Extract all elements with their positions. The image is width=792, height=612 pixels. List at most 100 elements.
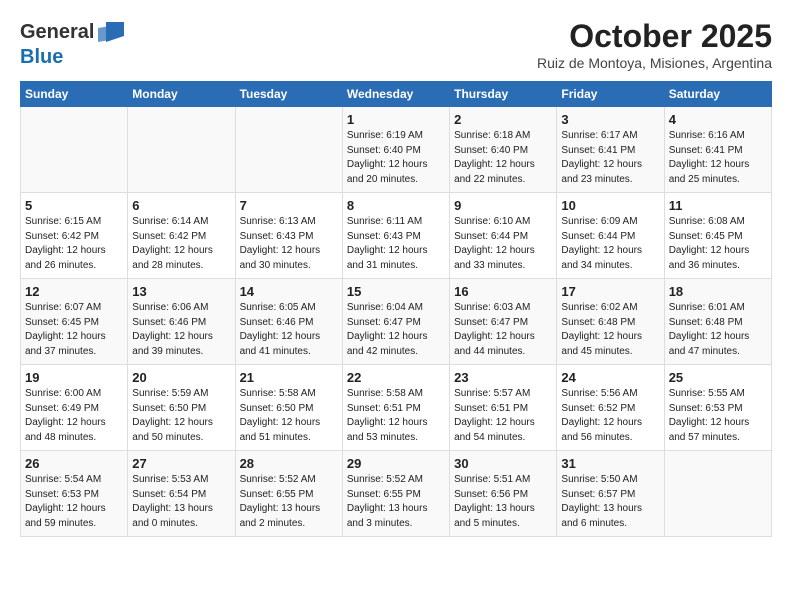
calendar-table: SundayMondayTuesdayWednesdayThursdayFrid… [20,81,772,537]
day-info: Sunrise: 6:15 AM Sunset: 6:42 PM Dayligh… [25,215,123,273]
calendar-cell: 30 Sunrise: 5:51 AM Sunset: 6:56 PM Dayli… [450,451,557,537]
day-number: 8 [347,198,445,213]
day-info: Sunrise: 6:02 AM Sunset: 6:48 PM Dayligh… [561,301,659,359]
day-info: Sunrise: 5:58 AM Sunset: 6:50 PM Dayligh… [240,387,338,445]
day-info: Sunrise: 6:09 AM Sunset: 6:44 PM Dayligh… [561,215,659,273]
day-info: Sunrise: 6:13 AM Sunset: 6:43 PM Dayligh… [240,215,338,273]
day-info: Sunrise: 6:18 AM Sunset: 6:40 PM Dayligh… [454,129,552,187]
day-number: 21 [240,370,338,385]
calendar-cell: 19 Sunrise: 6:00 AM Sunset: 6:49 PM Dayli… [21,365,128,451]
calendar-cell: 3Sunrise: 6:17 AM Sunset: 6:41 PM Daylig… [557,107,664,193]
calendar-cell [128,107,235,193]
day-info: Sunrise: 6:16 AM Sunset: 6:41 PM Dayligh… [669,129,767,187]
calendar-cell: 17 Sunrise: 6:02 AM Sunset: 6:48 PM Dayli… [557,279,664,365]
calendar-cell: 14 Sunrise: 6:05 AM Sunset: 6:46 PM Dayli… [235,279,342,365]
page: General Blue October 2025 Ruiz de Montoy… [0,0,792,555]
calendar-cell: 21 Sunrise: 5:58 AM Sunset: 6:50 PM Dayli… [235,365,342,451]
calendar-cell [21,107,128,193]
day-number: 1 [347,112,445,127]
calendar-cell: 10 Sunrise: 6:09 AM Sunset: 6:44 PM Dayli… [557,193,664,279]
calendar-subtitle: Ruiz de Montoya, Misiones, Argentina [537,55,772,71]
day-info: Sunrise: 6:05 AM Sunset: 6:46 PM Dayligh… [240,301,338,359]
day-number: 23 [454,370,552,385]
day-number: 18 [669,284,767,299]
calendar-cell: 22 Sunrise: 5:58 AM Sunset: 6:51 PM Dayli… [342,365,449,451]
day-info: Sunrise: 5:55 AM Sunset: 6:53 PM Dayligh… [669,387,767,445]
day-number: 6 [132,198,230,213]
day-number: 25 [669,370,767,385]
day-number: 31 [561,456,659,471]
calendar-cell: 20 Sunrise: 5:59 AM Sunset: 6:50 PM Dayli… [128,365,235,451]
day-number: 30 [454,456,552,471]
day-number: 13 [132,284,230,299]
day-info: Sunrise: 6:01 AM Sunset: 6:48 PM Dayligh… [669,301,767,359]
day-info: Sunrise: 6:10 AM Sunset: 6:44 PM Dayligh… [454,215,552,273]
day-info: Sunrise: 6:11 AM Sunset: 6:43 PM Dayligh… [347,215,445,273]
calendar-cell: 6 Sunrise: 6:14 AM Sunset: 6:42 PM Daylig… [128,193,235,279]
day-number: 19 [25,370,123,385]
day-number: 14 [240,284,338,299]
day-number: 10 [561,198,659,213]
week-row-2: 5Sunrise: 6:15 AM Sunset: 6:42 PM Daylig… [21,193,772,279]
weekday-header-wednesday: Wednesday [342,82,449,107]
day-number: 24 [561,370,659,385]
week-row-1: 1 Sunrise: 6:19 AM Sunset: 6:40 PM Daylig… [21,107,772,193]
logo-blue: Blue [20,46,63,68]
calendar-cell: 16Sunrise: 6:03 AM Sunset: 6:47 PM Dayli… [450,279,557,365]
calendar-cell: 25 Sunrise: 5:55 AM Sunset: 6:53 PM Dayli… [664,365,771,451]
weekday-header-friday: Friday [557,82,664,107]
day-info: Sunrise: 6:14 AM Sunset: 6:42 PM Dayligh… [132,215,230,273]
calendar-cell: 26 Sunrise: 5:54 AM Sunset: 6:53 PM Dayli… [21,451,128,537]
day-info: Sunrise: 6:06 AM Sunset: 6:46 PM Dayligh… [132,301,230,359]
calendar-cell: 7 Sunrise: 6:13 AM Sunset: 6:43 PM Daylig… [235,193,342,279]
title-block: October 2025 Ruiz de Montoya, Misiones, … [537,18,772,71]
day-info: Sunrise: 5:56 AM Sunset: 6:52 PM Dayligh… [561,387,659,445]
day-info: Sunrise: 6:08 AM Sunset: 6:45 PM Dayligh… [669,215,767,273]
day-info: Sunrise: 5:59 AM Sunset: 6:50 PM Dayligh… [132,387,230,445]
calendar-cell: 24 Sunrise: 5:56 AM Sunset: 6:52 PM Dayli… [557,365,664,451]
day-number: 15 [347,284,445,299]
calendar-cell: 5Sunrise: 6:15 AM Sunset: 6:42 PM Daylig… [21,193,128,279]
day-number: 7 [240,198,338,213]
weekday-header-thursday: Thursday [450,82,557,107]
calendar-cell: 9Sunrise: 6:10 AM Sunset: 6:44 PM Daylig… [450,193,557,279]
day-info: Sunrise: 6:03 AM Sunset: 6:47 PM Dayligh… [454,301,552,359]
week-row-3: 12Sunrise: 6:07 AM Sunset: 6:45 PM Dayli… [21,279,772,365]
calendar-cell: 1 Sunrise: 6:19 AM Sunset: 6:40 PM Daylig… [342,107,449,193]
day-number: 26 [25,456,123,471]
day-info: Sunrise: 5:58 AM Sunset: 6:51 PM Dayligh… [347,387,445,445]
weekday-header-monday: Monday [128,82,235,107]
day-info: Sunrise: 5:52 AM Sunset: 6:55 PM Dayligh… [240,473,338,531]
calendar-cell: 23Sunrise: 5:57 AM Sunset: 6:51 PM Dayli… [450,365,557,451]
day-info: Sunrise: 6:19 AM Sunset: 6:40 PM Dayligh… [347,129,445,187]
calendar-cell: 31Sunrise: 5:50 AM Sunset: 6:57 PM Dayli… [557,451,664,537]
day-number: 11 [669,198,767,213]
day-info: Sunrise: 6:00 AM Sunset: 6:49 PM Dayligh… [25,387,123,445]
calendar-cell: 28 Sunrise: 5:52 AM Sunset: 6:55 PM Dayli… [235,451,342,537]
calendar-cell: 29 Sunrise: 5:52 AM Sunset: 6:55 PM Dayli… [342,451,449,537]
header: General Blue October 2025 Ruiz de Montoy… [20,18,772,71]
calendar-cell: 18 Sunrise: 6:01 AM Sunset: 6:48 PM Dayli… [664,279,771,365]
weekday-header-row: SundayMondayTuesdayWednesdayThursdayFrid… [21,82,772,107]
day-number: 29 [347,456,445,471]
day-info: Sunrise: 6:04 AM Sunset: 6:47 PM Dayligh… [347,301,445,359]
day-info: Sunrise: 5:54 AM Sunset: 6:53 PM Dayligh… [25,473,123,531]
day-number: 4 [669,112,767,127]
calendar-cell: 4 Sunrise: 6:16 AM Sunset: 6:41 PM Daylig… [664,107,771,193]
calendar-cell [235,107,342,193]
calendar-cell: 12Sunrise: 6:07 AM Sunset: 6:45 PM Dayli… [21,279,128,365]
day-number: 2 [454,112,552,127]
day-info: Sunrise: 5:51 AM Sunset: 6:56 PM Dayligh… [454,473,552,531]
day-number: 20 [132,370,230,385]
logo-icon [96,18,126,46]
day-number: 27 [132,456,230,471]
day-number: 17 [561,284,659,299]
day-info: Sunrise: 5:52 AM Sunset: 6:55 PM Dayligh… [347,473,445,531]
calendar-title: October 2025 [537,18,772,55]
day-number: 28 [240,456,338,471]
calendar-cell: 13 Sunrise: 6:06 AM Sunset: 6:46 PM Dayli… [128,279,235,365]
day-info: Sunrise: 6:07 AM Sunset: 6:45 PM Dayligh… [25,301,123,359]
weekday-header-tuesday: Tuesday [235,82,342,107]
calendar-cell: 27Sunrise: 5:53 AM Sunset: 6:54 PM Dayli… [128,451,235,537]
day-number: 22 [347,370,445,385]
